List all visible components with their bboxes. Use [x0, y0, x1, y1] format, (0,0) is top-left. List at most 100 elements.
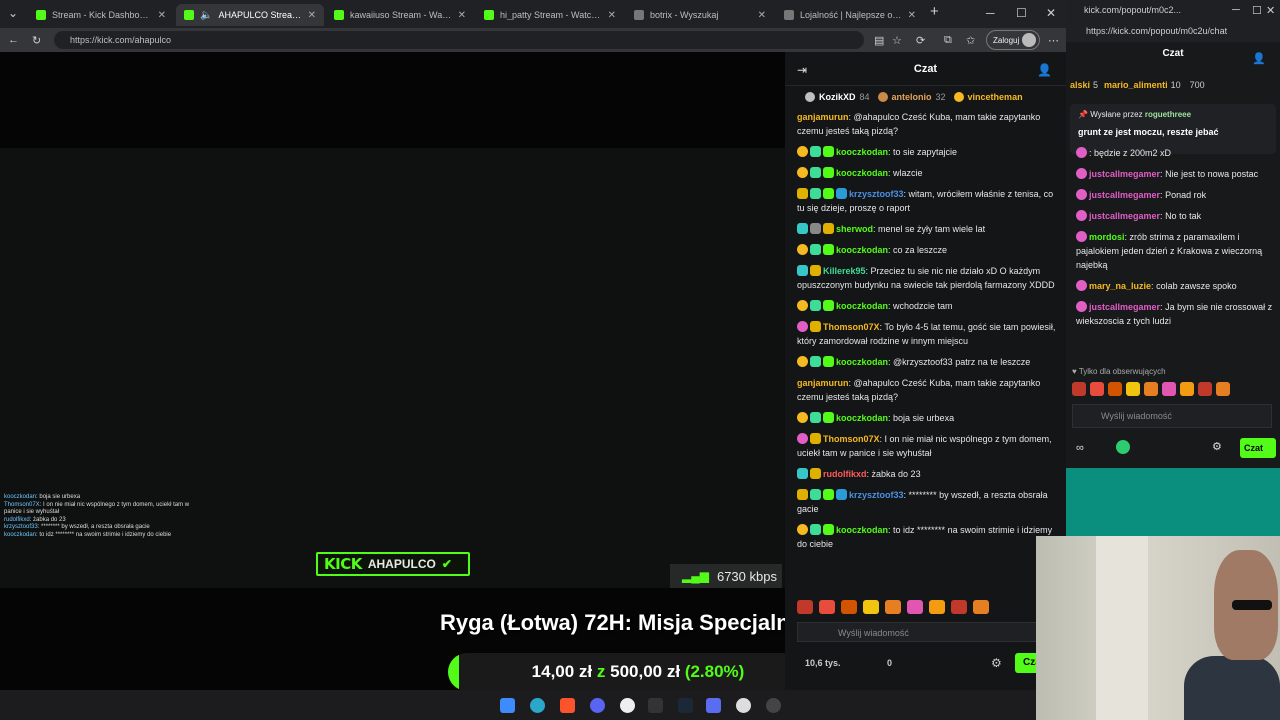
- chat-username[interactable]: kooczkodan: [836, 301, 888, 311]
- user-list-icon[interactable]: 👤: [1037, 63, 1052, 77]
- emote-icon[interactable]: [929, 600, 945, 614]
- chat-username[interactable]: mary_na_luzie: [1089, 281, 1151, 291]
- emote-icon[interactable]: [1126, 382, 1140, 396]
- chat-username[interactable]: mordosi: [1089, 232, 1125, 242]
- tab-lojalnosc[interactable]: Lojalność | Najlepsze oprogramowanie ✕: [776, 4, 924, 26]
- extensions-icon[interactable]: ⧉: [944, 34, 952, 47]
- speaker-icon[interactable]: 🔈: [200, 10, 212, 21]
- chat-username[interactable]: ganjamurun: [797, 112, 849, 122]
- chat-username[interactable]: justcallmegamer: [1089, 169, 1160, 179]
- top-gifter[interactable]: mario_alimenti 10: [1104, 80, 1181, 90]
- url-field[interactable]: https://kick.com/ahapulco: [54, 31, 864, 49]
- close-window-icon[interactable]: ✕: [1046, 6, 1056, 20]
- chat-username[interactable]: kooczkodan: [836, 525, 888, 535]
- refresh-icon[interactable]: ⟳: [916, 34, 925, 47]
- chat-username[interactable]: justcallmegamer: [1089, 211, 1160, 221]
- emote-icon[interactable]: [1162, 382, 1176, 396]
- top-gifter[interactable]: vincetheman: [953, 88, 1027, 106]
- badge-icon: [1076, 280, 1087, 291]
- top-gifter[interactable]: antelonio 32: [877, 88, 946, 106]
- emote-icon[interactable]: [1180, 382, 1194, 396]
- steam-icon[interactable]: [678, 698, 693, 713]
- close-icon[interactable]: ✕: [908, 10, 916, 21]
- emote-icon[interactable]: [819, 600, 835, 614]
- chat-input[interactable]: Wyślij wiadomość: [797, 622, 1059, 642]
- tab-hi-patty[interactable]: hi_patty Stream - Watch Live on Kick ✕: [476, 4, 624, 26]
- favorite-icon[interactable]: ☆: [892, 34, 902, 47]
- chat-username[interactable]: justcallmegamer: [1089, 302, 1160, 312]
- emote-icon[interactable]: [1072, 382, 1086, 396]
- tab-ahapulco[interactable]: 🔈 AHAPULCO Stream - Watch Live on Kick ✕: [176, 4, 324, 26]
- popout-send-button[interactable]: Czat: [1240, 438, 1276, 458]
- brave-icon[interactable]: [560, 698, 575, 713]
- emote-icon[interactable]: [841, 600, 857, 614]
- close-icon[interactable]: ✕: [458, 10, 466, 21]
- tab-kick-dashboard[interactable]: Stream - Kick Dashboard ✕: [28, 4, 174, 26]
- emote-icon[interactable]: [973, 600, 989, 614]
- chat-username[interactable]: kooczkodan: [836, 245, 888, 255]
- chat-username[interactable]: sherwod: [836, 224, 873, 234]
- chat-username[interactable]: kooczkodan: [836, 147, 888, 157]
- top-gifter[interactable]: 700: [1187, 80, 1205, 90]
- tab-list-icon[interactable]: ⌄: [8, 6, 18, 20]
- chat-username[interactable]: kooczkodan: [836, 357, 888, 367]
- chat-username[interactable]: Thomson07X: [823, 434, 880, 444]
- chat-username[interactable]: rudolfikxd: [823, 469, 867, 479]
- chat-username[interactable]: krzysztoof33: [849, 490, 904, 500]
- chat-username[interactable]: kooczkodan: [836, 168, 888, 178]
- top-gifter[interactable]: KozikXD 84: [805, 88, 870, 106]
- edge-icon[interactable]: [530, 698, 545, 713]
- reload-icon[interactable]: ↻: [32, 34, 41, 47]
- close-window-icon[interactable]: ✕: [1266, 4, 1275, 17]
- emote-icon[interactable]: [1216, 382, 1230, 396]
- video-player[interactable]: kooczkodan: boja sie urbexa Thomson07X: I…: [0, 52, 828, 691]
- menu-dots-icon[interactable]: ⋯: [1048, 34, 1059, 47]
- close-icon[interactable]: ✕: [158, 10, 166, 21]
- chat-username[interactable]: Killerek95: [823, 266, 866, 276]
- tab-kawaiiuso[interactable]: kawaiiuso Stream - Watch Live on Kick ✕: [326, 4, 474, 26]
- emote-icon[interactable]: [863, 600, 879, 614]
- emote-icon[interactable]: [1108, 382, 1122, 396]
- user-list-icon[interactable]: 👤: [1252, 52, 1266, 65]
- discord-icon[interactable]: [590, 698, 605, 713]
- chat-username[interactable]: justcallmegamer: [1089, 190, 1160, 200]
- windows-start-icon[interactable]: [500, 698, 515, 713]
- epic-games-icon[interactable]: [648, 698, 663, 713]
- emote-icon[interactable]: [885, 600, 901, 614]
- gear-icon[interactable]: ⚙: [991, 656, 1002, 670]
- emote-icon[interactable]: [951, 600, 967, 614]
- chat-text: ******** by wszedł, a reszta obsrała gac…: [797, 490, 1048, 514]
- reader-icon[interactable]: ▤: [874, 34, 884, 47]
- emote-icon[interactable]: [1198, 382, 1212, 396]
- collections-icon[interactable]: ✩: [966, 34, 975, 47]
- badge-icon: [1076, 147, 1087, 158]
- new-tab-icon[interactable]: +: [930, 3, 939, 20]
- maximize-icon[interactable]: ☐: [1016, 6, 1027, 20]
- maximize-icon[interactable]: ☐: [1252, 4, 1262, 17]
- tab-botrix[interactable]: botrix - Wyszukaj ✕: [626, 4, 774, 26]
- minimize-icon[interactable]: ─: [986, 6, 995, 20]
- login-button[interactable]: Zaloguj: [986, 30, 1040, 50]
- app-icon[interactable]: [620, 698, 635, 713]
- chat-username[interactable]: ganjamurun: [797, 378, 849, 388]
- chat-username[interactable]: kooczkodan: [836, 413, 888, 423]
- grid-badge-icon: [810, 412, 821, 423]
- emote-icon[interactable]: [797, 600, 813, 614]
- emote-icon[interactable]: [1090, 382, 1104, 396]
- back-icon[interactable]: ←: [8, 34, 19, 46]
- gear-icon[interactable]: ⚙: [1212, 440, 1222, 453]
- obs-icon[interactable]: [736, 698, 751, 713]
- minimize-icon[interactable]: ─: [1232, 4, 1240, 16]
- emote-icon[interactable]: [907, 600, 923, 614]
- emote-icon[interactable]: [1144, 382, 1158, 396]
- top-gifter[interactable]: alski 5: [1070, 80, 1098, 90]
- close-icon[interactable]: ✕: [608, 10, 616, 21]
- app3-icon[interactable]: [766, 698, 781, 713]
- close-icon[interactable]: ✕: [758, 10, 766, 21]
- chat-username[interactable]: Thomson07X: [823, 322, 880, 332]
- popout-chat-input[interactable]: Wyślij wiadomość: [1072, 404, 1272, 428]
- close-icon[interactable]: ✕: [308, 10, 316, 21]
- chat-username[interactable]: krzysztoof33: [849, 189, 904, 199]
- goal-percent: (2.80%): [684, 662, 745, 681]
- app2-icon[interactable]: [706, 698, 721, 713]
